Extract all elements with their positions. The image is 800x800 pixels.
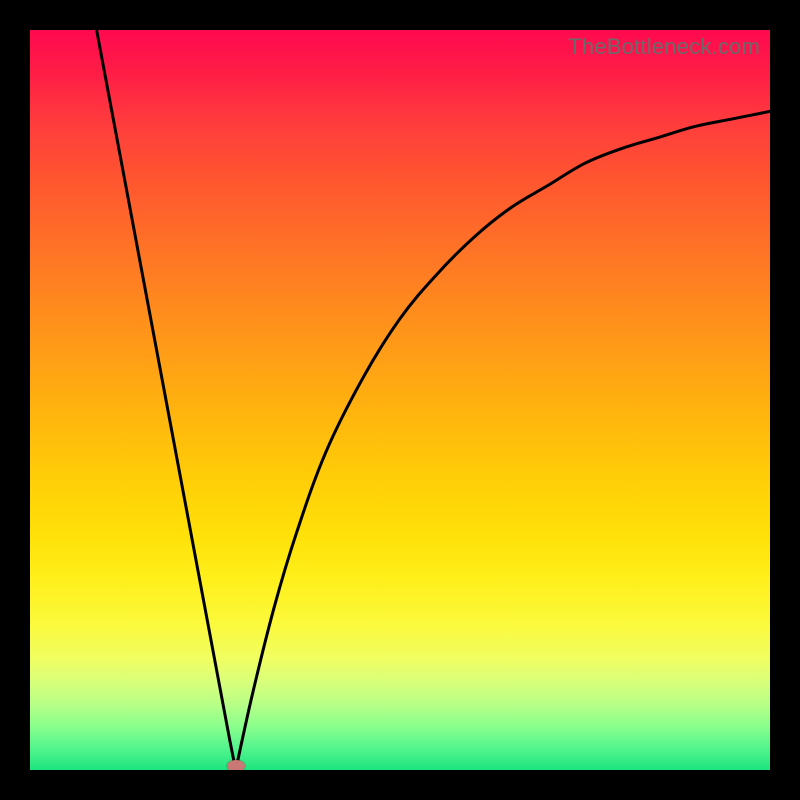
curve-path	[97, 30, 770, 770]
chart-stage: TheBottleneck.com	[0, 0, 800, 800]
watermark-label: TheBottleneck.com	[568, 34, 760, 60]
plot-area: TheBottleneck.com	[30, 30, 770, 770]
minimum-marker	[227, 760, 245, 770]
bottleneck-curve	[30, 30, 770, 770]
